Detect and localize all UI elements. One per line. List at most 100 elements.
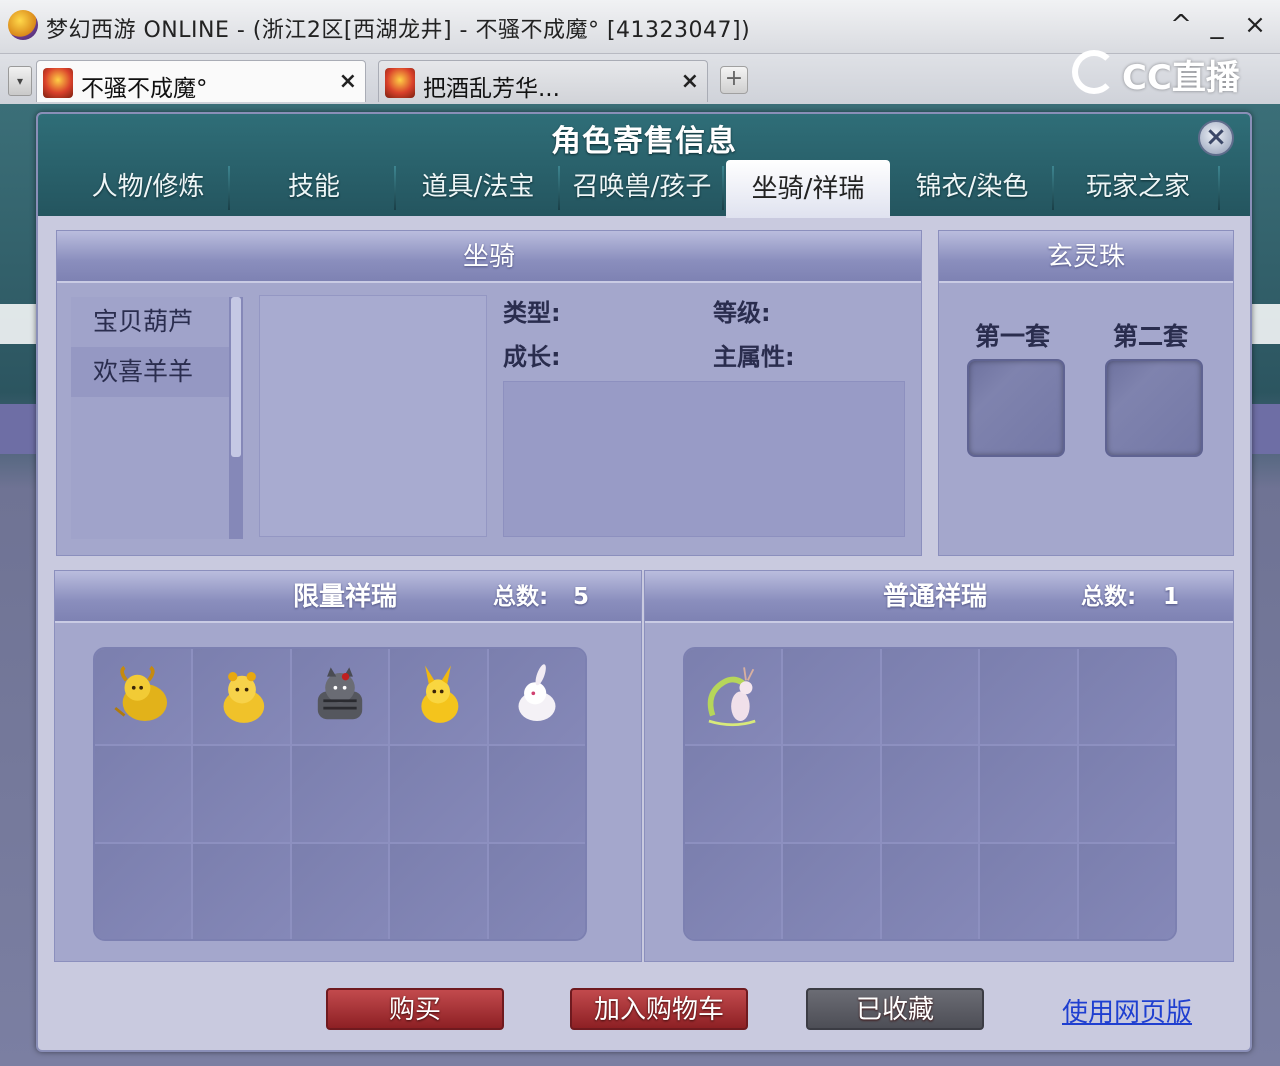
mount-level-label: 等级:: [713, 299, 771, 327]
client-tab-label: 把酒乱芳华...: [423, 76, 560, 102]
grid-slot[interactable]: [488, 843, 585, 939]
grid-slot[interactable]: [95, 746, 192, 842]
brand-text: CC直播: [1122, 58, 1240, 98]
tab-items[interactable]: 道具/法宝: [396, 158, 560, 216]
normal-auspicious-grid: [683, 647, 1177, 941]
cc-live-logo: CC直播: [1068, 46, 1248, 98]
grid-slot[interactable]: [1078, 843, 1175, 939]
tab-skills[interactable]: 技能: [232, 158, 396, 216]
client-tab-2[interactable]: 把酒乱芳华... ×: [378, 60, 708, 102]
limited-auspicious-panel: 限量祥瑞 总数: 5: [54, 570, 642, 962]
grid-slot[interactable]: [390, 649, 487, 745]
grid-slot[interactable]: [390, 843, 487, 939]
grid-slot[interactable]: [881, 843, 979, 939]
close-tab-icon[interactable]: ×: [681, 69, 699, 94]
limited-panel-title: 限量祥瑞: [293, 582, 398, 612]
tab-outfits[interactable]: 锦衣/染色: [890, 158, 1054, 216]
window-title: 梦幻西游 ONLINE - (浙江2区[西湖龙井] - 不骚不成魔° [4132…: [46, 18, 751, 43]
orb-slot-1[interactable]: [967, 359, 1065, 457]
tab-character[interactable]: 人物/修炼: [66, 158, 230, 216]
favorited-button[interactable]: 已收藏: [806, 988, 984, 1030]
tab-scroll-button[interactable]: ▾: [8, 66, 32, 96]
grid-slot[interactable]: [685, 649, 782, 745]
grid-slot[interactable]: [1078, 649, 1175, 745]
normal-auspicious-panel: 普通祥瑞 总数: 1: [644, 570, 1234, 962]
grid-slot[interactable]: [193, 843, 290, 939]
add-to-cart-button[interactable]: 加入购物车: [570, 988, 748, 1030]
white-rabbit-icon: [518, 663, 556, 721]
close-tab-icon[interactable]: ×: [339, 69, 357, 94]
consignment-dialog: 角色寄售信息 × 人物/修炼 技能 道具/法宝 召唤兽/孩子 坐骑/祥瑞 锦衣/…: [36, 112, 1252, 1052]
grid-slot[interactable]: [193, 746, 290, 842]
golden-bull-icon: [114, 665, 168, 721]
normal-panel-header: 普通祥瑞 总数: 1: [645, 571, 1233, 623]
orb-set-2-label: 第二套: [1113, 322, 1189, 351]
mount-list-item[interactable]: 欢喜羊羊: [71, 347, 229, 397]
dialog-tabs: 人物/修炼 技能 道具/法宝 召唤兽/孩子 坐骑/祥瑞 锦衣/染色 玩家之家: [66, 158, 1226, 218]
character-avatar-icon: [43, 68, 73, 98]
golden-tiger-icon: [223, 671, 264, 723]
grid-slot[interactable]: [390, 746, 487, 842]
grid-slot[interactable]: [291, 649, 389, 745]
grid-slot[interactable]: [881, 649, 979, 745]
grid-slot[interactable]: [1078, 746, 1175, 842]
grid-slot[interactable]: [783, 843, 880, 939]
cc-logo-icon: [1072, 50, 1116, 94]
mount-preview: [259, 295, 487, 537]
grid-slot[interactable]: [783, 746, 880, 842]
dialog-title: 角色寄售信息: [551, 124, 737, 159]
grid-slot[interactable]: [980, 649, 1077, 745]
grid-slot[interactable]: [783, 649, 880, 745]
deer-spirit-icon: [707, 666, 756, 726]
grid-slot[interactable]: [291, 746, 389, 842]
minimize-icon[interactable]: _: [1202, 8, 1232, 42]
mount-main-attr-label: 主属性:: [713, 343, 795, 371]
normal-panel-title: 普通祥瑞: [883, 582, 988, 612]
client-tab-label: 不骚不成魔°: [81, 76, 208, 102]
normal-count-value: 1: [1163, 584, 1180, 610]
grid-slot[interactable]: [488, 649, 585, 745]
tab-mounts[interactable]: 坐骑/祥瑞: [726, 160, 890, 218]
normal-count-label: 总数:: [1081, 584, 1137, 610]
grid-slot[interactable]: [95, 843, 192, 939]
limited-auspicious-grid: [93, 647, 587, 941]
grid-slot[interactable]: [488, 746, 585, 842]
app-icon: [8, 10, 38, 40]
scrollbar-thumb[interactable]: [231, 297, 241, 457]
tab-home[interactable]: 玩家之家: [1056, 158, 1220, 216]
gray-cat-icon: [317, 667, 363, 719]
orb-set-1-label: 第一套: [975, 322, 1051, 351]
add-tab-button[interactable]: +: [720, 66, 748, 94]
tab-pets[interactable]: 召唤兽/孩子: [560, 158, 724, 216]
chevron-up-icon[interactable]: ^: [1166, 8, 1196, 42]
grid-slot[interactable]: [685, 746, 782, 842]
grid-slot[interactable]: [685, 843, 782, 939]
mount-panel: 坐骑 宝贝葫芦 欢喜羊羊 类型: 等级: 成长: 主属性:: [56, 230, 922, 556]
mount-detail-box: [503, 381, 905, 537]
limited-panel-header: 限量祥瑞 总数: 5: [55, 571, 641, 623]
orb-panel-title: 玄灵珠: [939, 231, 1233, 283]
grid-slot[interactable]: [881, 746, 979, 842]
grid-slot[interactable]: [291, 843, 389, 939]
mount-type-label: 类型:: [503, 299, 561, 327]
grid-slot[interactable]: [980, 843, 1077, 939]
grid-slot[interactable]: [193, 649, 290, 745]
mount-growth-label: 成长:: [503, 343, 561, 371]
character-avatar-icon: [385, 68, 415, 98]
grid-slot[interactable]: [980, 746, 1077, 842]
orb-slot-2[interactable]: [1105, 359, 1203, 457]
limited-count-value: 5: [573, 584, 590, 610]
mount-list-item[interactable]: 宝贝葫芦: [71, 297, 229, 347]
mount-panel-title: 坐骑: [57, 231, 921, 283]
golden-fox-icon: [421, 665, 459, 723]
mount-list-scrollbar[interactable]: [229, 297, 243, 539]
mount-list: 宝贝葫芦 欢喜羊羊: [71, 297, 229, 539]
web-version-link[interactable]: 使用网页版: [1062, 992, 1192, 1029]
dialog-footer: 购买 加入购物车 已收藏 使用网页版: [54, 964, 1234, 1044]
orb-panel: 玄灵珠 第一套 第二套: [938, 230, 1234, 556]
grid-slot[interactable]: [95, 649, 192, 745]
close-window-icon[interactable]: ×: [1240, 8, 1270, 42]
close-icon[interactable]: ×: [1198, 120, 1234, 156]
client-tab-1[interactable]: 不骚不成魔° ×: [36, 60, 366, 102]
buy-button[interactable]: 购买: [326, 988, 504, 1030]
